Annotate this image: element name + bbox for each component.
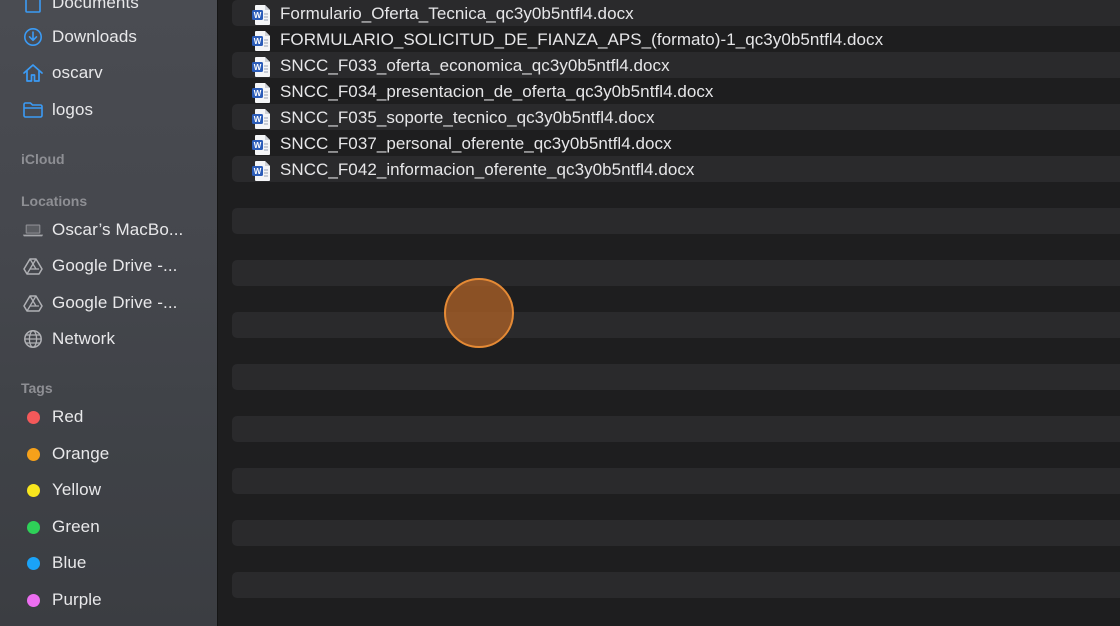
home-icon: [22, 62, 44, 84]
row-stripe: [232, 260, 1120, 286]
word-document-icon: W: [252, 4, 272, 26]
sidebar-item-label: Green: [52, 517, 100, 536]
click-indicator: [444, 278, 514, 348]
sidebar-tag-red[interactable]: Red: [0, 402, 217, 432]
svg-text:W: W: [254, 115, 262, 124]
word-document-icon: W: [252, 108, 272, 130]
document-icon: [22, 0, 44, 14]
file-name: SNCC_F037_personal_oferente_qc3y0b5ntfl4…: [280, 134, 672, 153]
row-stripe: [232, 572, 1120, 598]
tag-dot-icon: [27, 557, 40, 570]
sidebar-item-network[interactable]: Network: [0, 324, 217, 354]
sidebar-item-macbook[interactable]: Oscar’s MacBo...: [0, 215, 217, 245]
sidebar: Documents Downloads oscarv logos iCloud: [0, 0, 218, 626]
laptop-icon: [22, 219, 44, 241]
word-document-icon: W: [252, 82, 272, 104]
sidebar-tag-blue[interactable]: Blue: [0, 548, 217, 578]
svg-text:W: W: [254, 167, 262, 176]
sidebar-section-locations[interactable]: Locations: [21, 193, 87, 209]
sidebar-item-label: logos: [52, 100, 94, 119]
sidebar-item-label: Blue: [52, 553, 87, 572]
sidebar-item-label: Network: [52, 329, 116, 348]
sidebar-section-tags[interactable]: Tags: [21, 380, 53, 396]
google-drive-icon: [22, 255, 44, 277]
tag-dot-icon: [27, 484, 40, 497]
word-document-icon: W: [252, 134, 272, 156]
sidebar-item-logos[interactable]: logos: [0, 95, 217, 125]
svg-text:W: W: [254, 63, 262, 72]
row-stripe: [232, 208, 1120, 234]
row-stripe: [232, 312, 1120, 338]
sidebar-item-label: Oscar’s MacBo...: [52, 220, 184, 239]
tag-dot-icon: [27, 411, 40, 424]
sidebar-tag-green[interactable]: Green: [0, 512, 217, 542]
sidebar-item-google-drive-2[interactable]: Google Drive -...: [0, 288, 217, 318]
sidebar-item-label: Google Drive -...: [52, 293, 178, 312]
row-stripe: [232, 468, 1120, 494]
file-row[interactable]: W SNCC_F033_oferta_economica_qc3y0b5ntfl…: [232, 53, 1120, 79]
word-document-icon: W: [252, 30, 272, 52]
sidebar-item-label: Yellow: [52, 480, 102, 499]
row-stripe: [232, 364, 1120, 390]
globe-icon: [22, 328, 44, 350]
svg-text:W: W: [254, 141, 262, 150]
sidebar-item-label: Google Drive -...: [52, 256, 178, 275]
sidebar-section-icloud[interactable]: iCloud: [21, 151, 65, 167]
file-row[interactable]: W SNCC_F035_soporte_tecnico_qc3y0b5ntfl4…: [232, 105, 1120, 131]
file-name: SNCC_F042_informacion_oferente_qc3y0b5nt…: [280, 160, 695, 179]
sidebar-item-label: Downloads: [52, 27, 138, 46]
svg-text:W: W: [254, 37, 262, 46]
file-name: Formulario_Oferta_Tecnica_qc3y0b5ntfl4.d…: [280, 4, 634, 23]
file-name: FORMULARIO_SOLICITUD_DE_FIANZA_APS_(form…: [280, 30, 884, 49]
sidebar-item-label: Red: [52, 407, 84, 426]
sidebar-item-label: oscarv: [52, 63, 103, 82]
file-name: SNCC_F035_soporte_tecnico_qc3y0b5ntfl4.d…: [280, 108, 655, 127]
word-document-icon: W: [252, 56, 272, 78]
row-stripe: [232, 416, 1120, 442]
row-stripe: [232, 520, 1120, 546]
sidebar-item-label: Documents: [52, 0, 139, 12]
file-name: SNCC_F034_presentacion_de_oferta_qc3y0b5…: [280, 82, 714, 101]
sidebar-tag-yellow[interactable]: Yellow: [0, 475, 217, 505]
download-icon: [22, 26, 44, 48]
svg-text:W: W: [254, 11, 262, 20]
sidebar-item-label: Orange: [52, 444, 110, 463]
tag-dot-icon: [27, 594, 40, 607]
folder-icon: [22, 99, 44, 121]
svg-text:W: W: [254, 89, 262, 98]
file-row[interactable]: W FORMULARIO_SOLICITUD_DE_FIANZA_APS_(fo…: [232, 27, 1120, 53]
tag-dot-icon: [27, 521, 40, 534]
sidebar-tag-purple[interactable]: Purple: [0, 585, 217, 615]
file-row[interactable]: W Formulario_Oferta_Tecnica_qc3y0b5ntfl4…: [232, 1, 1120, 27]
sidebar-item-downloads[interactable]: Downloads: [0, 22, 217, 52]
file-row[interactable]: W SNCC_F034_presentacion_de_oferta_qc3y0…: [232, 79, 1120, 105]
sidebar-item-home[interactable]: oscarv: [0, 58, 217, 88]
google-drive-icon: [22, 292, 44, 314]
file-row[interactable]: W SNCC_F037_personal_oferente_qc3y0b5ntf…: [232, 131, 1120, 157]
sidebar-item-documents[interactable]: Documents: [0, 0, 217, 18]
sidebar-tag-orange[interactable]: Orange: [0, 439, 217, 469]
sidebar-item-google-drive-1[interactable]: Google Drive -...: [0, 251, 217, 281]
file-name: SNCC_F033_oferta_economica_qc3y0b5ntfl4.…: [280, 56, 670, 75]
tag-dot-icon: [27, 448, 40, 461]
file-row[interactable]: W SNCC_F042_informacion_oferente_qc3y0b5…: [232, 157, 1120, 183]
file-list: W Formulario_Oferta_Tecnica_qc3y0b5ntfl4…: [219, 0, 1120, 626]
sidebar-item-label: Purple: [52, 590, 102, 609]
word-document-icon: W: [252, 160, 272, 182]
